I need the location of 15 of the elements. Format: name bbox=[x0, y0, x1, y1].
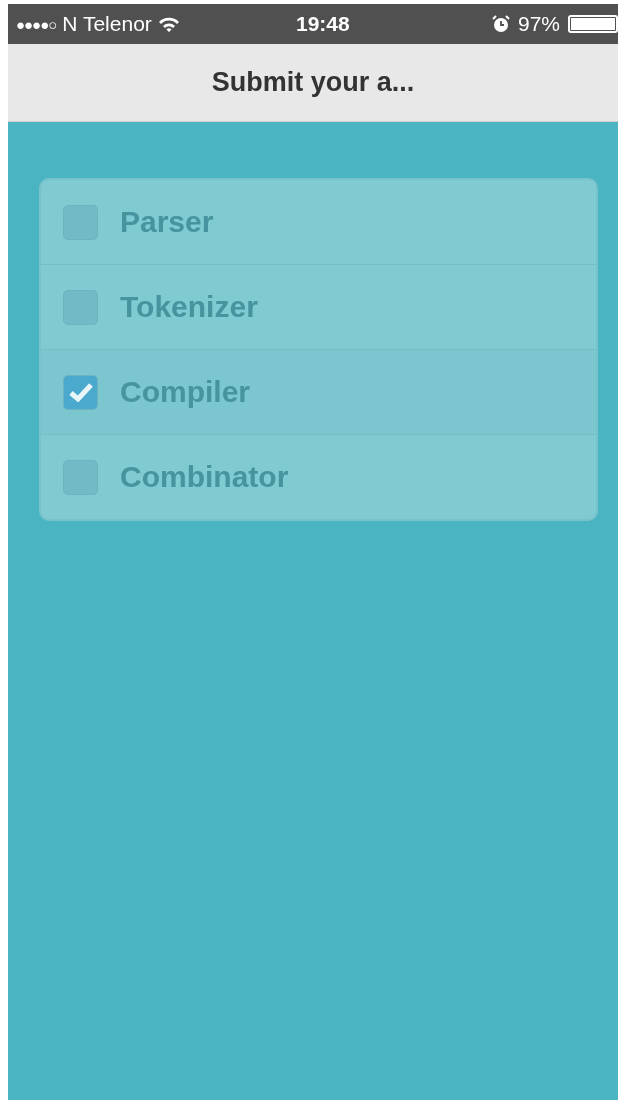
option-row[interactable]: Combinator bbox=[41, 434, 596, 519]
checkmark-icon bbox=[68, 382, 93, 402]
option-label: Tokenizer bbox=[120, 290, 258, 324]
battery-icon bbox=[568, 15, 618, 33]
carrier-name: N Telenor bbox=[62, 12, 152, 36]
battery-percentage: 97% bbox=[517, 12, 560, 36]
checkbox[interactable] bbox=[63, 374, 98, 410]
clock-time: 19:48 bbox=[295, 12, 351, 36]
signal-strength: ●●●●○ bbox=[16, 15, 57, 33]
option-row[interactable]: Parser bbox=[41, 180, 596, 264]
page-title: Submit your a... bbox=[211, 67, 415, 98]
option-label: Combinator bbox=[120, 460, 289, 494]
option-label: Parser bbox=[120, 205, 214, 239]
wifi-icon bbox=[157, 15, 180, 33]
alarm-clock-icon bbox=[491, 15, 510, 33]
